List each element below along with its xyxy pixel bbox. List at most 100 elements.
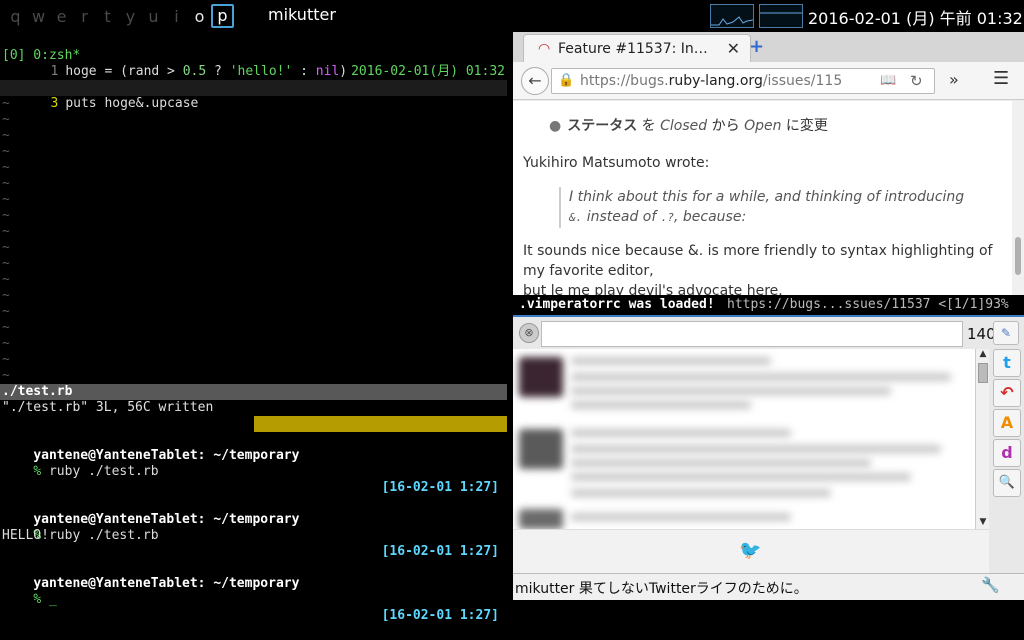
vim-tilde: ~ bbox=[2, 176, 10, 191]
reload-icon[interactable]: ↻ bbox=[910, 72, 923, 90]
clock: 2016-02-01 (月) 午前 01:32 bbox=[808, 9, 1023, 28]
prompt-timestamp: [16-02-01 1:27] bbox=[381, 544, 499, 559]
post-clear-button[interactable]: ⊗ bbox=[519, 323, 539, 343]
workspace-o[interactable]: o bbox=[188, 7, 211, 26]
workspace-w[interactable]: w bbox=[27, 7, 50, 26]
activity-icon[interactable]: A bbox=[993, 409, 1021, 437]
shell-command-3[interactable]: % _ [16-02-01 1:27] bbox=[0, 576, 507, 623]
vim-tilde: ~ bbox=[2, 96, 10, 111]
bullet-icon: ● bbox=[549, 118, 562, 134]
send-icon[interactable]: ✎ bbox=[993, 321, 1019, 345]
vim-tilde: ~ bbox=[2, 352, 10, 367]
search-icon[interactable]: 🔍 bbox=[993, 469, 1021, 497]
shell-command-1: % ruby ./test.rb [16-02-01 1:27] bbox=[33, 464, 499, 495]
back-button[interactable]: ← bbox=[521, 67, 549, 95]
workspace-e[interactable]: e bbox=[50, 7, 73, 26]
prompt-timestamp: [16-02-01 1:27] bbox=[381, 480, 499, 495]
mikutter-side-tabs: t ↶ A d 🔍 bbox=[991, 349, 1024, 569]
network-graph-line-icon bbox=[760, 12, 802, 14]
vim-tilde: ~ bbox=[2, 208, 10, 223]
status-change-item: ● ステータス を Closed から Open に変更 bbox=[549, 118, 828, 134]
arrow-down-icon: ▼ bbox=[979, 517, 987, 527]
reply-icon[interactable]: ↶ bbox=[993, 379, 1021, 407]
overflow-chevron-icon[interactable]: » bbox=[949, 70, 959, 89]
redmine-favicon-icon: ◠ bbox=[538, 41, 551, 57]
workspace-r[interactable]: r bbox=[73, 7, 96, 26]
line-number: 3 bbox=[50, 96, 59, 111]
vim-line-1[interactable]: 1 hoge = (rand > 0.5 ? 'hello!' : nil) bbox=[0, 48, 347, 79]
vimperator-statusline: .vimperatorrc was loaded! https://bugs..… bbox=[513, 295, 1024, 315]
shell-output: HELLO! bbox=[2, 528, 49, 543]
shell-prompt-1: yantene@YanteneTablet: ~/temporary bbox=[33, 448, 300, 463]
reader-view-icon[interactable]: 📖 bbox=[880, 73, 896, 88]
arrow-up-icon: ▲ bbox=[979, 349, 987, 359]
timeline-scrollbar[interactable]: ▲ ▼ bbox=[975, 349, 989, 529]
tmux-clock: 2016-02-01(月) 01:32 bbox=[351, 64, 505, 79]
workspace-i[interactable]: i bbox=[165, 7, 188, 26]
arrow-left-icon: ← bbox=[528, 71, 542, 90]
code-text: puts hoge&.upcase bbox=[65, 96, 199, 111]
active-window-title: mikutter bbox=[268, 5, 336, 24]
vim-tilde: ~ bbox=[2, 128, 10, 143]
terminal-window[interactable]: [0] 0:zsh* 2016-02-01(月) 01:32 1 hoge = (… bbox=[0, 32, 507, 623]
vim-tilde: ~ bbox=[2, 304, 10, 319]
vim-message: "./test.rb" 3L, 56C written bbox=[2, 400, 214, 415]
workspace-p[interactable]: p bbox=[211, 4, 234, 28]
timeline[interactable] bbox=[513, 349, 977, 529]
tmux-status-bar: [0] 0:zsh* 2016-02-01(月) 01:32 bbox=[0, 32, 507, 79]
twitter-bird-icon[interactable]: 🐦 bbox=[739, 540, 761, 561]
vim-statusline: ./test.rb bbox=[0, 384, 507, 400]
vim-tilde: ~ bbox=[2, 336, 10, 351]
workspace-t[interactable]: t bbox=[96, 7, 119, 26]
top-status-bar: q w e r t y u i o p mikutter 2016-02-01 … bbox=[0, 0, 1024, 32]
shell-prompt-3: yantene@YanteneTablet: ~/temporary bbox=[33, 576, 300, 591]
new-tab-button[interactable]: + bbox=[749, 36, 764, 57]
vim-line-2[interactable]: 2 bbox=[0, 64, 65, 95]
vim-tilde: ~ bbox=[2, 240, 10, 255]
workspace-q[interactable]: q bbox=[4, 7, 27, 26]
url-text: https://bugs.ruby-lang.org/issues/115 bbox=[580, 73, 843, 89]
shell-prompt-2: yantene@YanteneTablet: ~/temporary bbox=[33, 512, 300, 527]
vim-tilde: ~ bbox=[2, 160, 10, 175]
mikutter-window: ⊗ 140 ✎ ▲ ▼ t ↶ A d 🔍 🐦 mikutter 果てしないTw… bbox=[513, 315, 1024, 600]
workspace-y[interactable]: y bbox=[119, 7, 142, 26]
code-text: hoge = (rand > 0.5 ? 'hello!' : nil) bbox=[65, 64, 348, 79]
lock-icon: 🔒 bbox=[558, 73, 575, 88]
vim-line-3[interactable]: 3 puts hoge&.upcase bbox=[0, 80, 507, 111]
vim-tilde: ~ bbox=[2, 144, 10, 159]
tab-feature-11537[interactable]: ◠ Feature #11537: In… ✕ bbox=[523, 34, 751, 62]
status-text: mikutter 果てしないTwitterライフのために。 bbox=[515, 581, 808, 597]
direct-message-icon[interactable]: d bbox=[993, 439, 1021, 467]
vim-tilde: ~ bbox=[2, 272, 10, 287]
workspace-list: q w e r t y u i o p bbox=[4, 4, 234, 28]
tab-title: Feature #11537: In… bbox=[558, 41, 708, 57]
char-counter: 140 bbox=[967, 325, 996, 343]
vim-tilde: ~ bbox=[2, 192, 10, 207]
network-graph bbox=[759, 4, 803, 28]
vim-tilde: ~ bbox=[2, 112, 10, 127]
page-content[interactable]: ● ステータス を Closed から Open に変更 Yukihiro Mat… bbox=[513, 101, 1012, 295]
page-scrollbar[interactable] bbox=[1012, 101, 1024, 295]
vim-tilde: ~ bbox=[2, 256, 10, 271]
navigation-bar: ← 🔒 https://bugs.ruby-lang.org/issues/11… bbox=[513, 62, 1024, 100]
tab-bar: ◠ Feature #11537: In… ✕ + bbox=[513, 32, 1024, 62]
blockquote: I think about this for a while, and thin… bbox=[559, 187, 964, 228]
post-input[interactable] bbox=[541, 321, 963, 347]
vim-tilde: ~ bbox=[2, 368, 10, 383]
mikutter-statusbar: mikutter 果てしないTwitterライフのために。 🔧 bbox=[513, 573, 1024, 600]
hamburger-menu-icon[interactable]: ☰ bbox=[993, 68, 1009, 89]
cpu-graph-line-icon bbox=[711, 16, 754, 26]
firefox-window: ◠ Feature #11537: In… ✕ + ← 🔒 https://bu… bbox=[513, 32, 1024, 315]
twitter-icon[interactable]: t bbox=[993, 349, 1021, 377]
shell-command-2: % ruby ./test.rb [16-02-01 1:27] bbox=[33, 528, 499, 559]
tweet-action-bar: 🐦 bbox=[513, 529, 989, 573]
vim-tilde: ~ bbox=[2, 320, 10, 335]
workspace-u[interactable]: u bbox=[142, 7, 165, 26]
close-tab-icon[interactable]: ✕ bbox=[727, 39, 740, 58]
settings-wrench-icon[interactable]: 🔧 bbox=[981, 576, 1000, 594]
close-icon: ⊗ bbox=[524, 326, 534, 339]
tmux-pane-separator[interactable] bbox=[0, 416, 507, 432]
prompt-timestamp: [16-02-01 1:27] bbox=[381, 608, 499, 623]
vim-tilde: ~ bbox=[2, 288, 10, 303]
url-bar[interactable]: 🔒 https://bugs.ruby-lang.org/issues/115 … bbox=[551, 68, 935, 94]
